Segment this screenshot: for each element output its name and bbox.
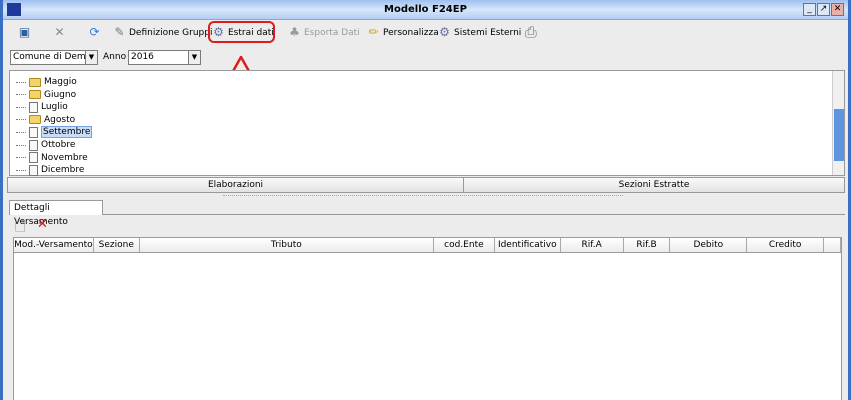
tree-item[interactable]: Giugno	[16, 89, 76, 101]
tab-dettagli-versamento[interactable]: Dettagli Versamento	[9, 200, 103, 227]
table-body	[13, 253, 842, 400]
highlight-box	[208, 21, 275, 43]
refresh-button[interactable]: ⟳	[88, 26, 101, 39]
tree-line	[16, 169, 26, 171]
gears-icon: ⚙	[439, 25, 450, 39]
folder-icon	[29, 115, 41, 125]
tree-item[interactable]: Ottobre	[16, 139, 75, 151]
title-bar: Modello F24EP _ ↗ ✕	[3, 0, 848, 20]
document-icon	[29, 152, 38, 164]
save-button[interactable]: ▣	[18, 26, 31, 39]
tree-item[interactable]: Agosto	[16, 114, 75, 126]
splitter[interactable]	[223, 195, 623, 196]
column-header[interactable]: Mod.-Versamento	[14, 238, 94, 252]
maximize-button[interactable]: ↗	[817, 3, 830, 16]
tree-line	[16, 94, 26, 96]
esporta-dati-button[interactable]: ♣ Esporta Dati	[288, 26, 360, 39]
column-header[interactable]: Debito	[670, 238, 748, 252]
anno-value: 2016	[131, 52, 154, 62]
tree-item-label: Agosto	[44, 114, 76, 125]
column-header[interactable]: Rif.A	[561, 238, 624, 252]
tree-line	[16, 81, 26, 83]
tree-line	[16, 131, 26, 133]
save-icon: ▣	[18, 25, 31, 39]
tree-line	[16, 119, 26, 121]
table-header: Mod.-Versamento Sezione Tributo cod.Ente Ide…	[13, 237, 842, 253]
chevron-down-icon[interactable]: ▼	[85, 51, 97, 64]
column-header[interactable]: Credito	[747, 238, 825, 252]
folder-icon	[29, 90, 41, 100]
tree-line	[16, 144, 26, 146]
anno-select[interactable]: 2016 ▼	[128, 50, 201, 65]
folder-icon	[29, 77, 41, 87]
delete-icon[interactable]: ✕	[37, 217, 48, 232]
printer-icon[interactable]: ⎙	[524, 25, 537, 40]
document-icon	[29, 126, 38, 138]
tree-line	[16, 106, 26, 108]
tab-elaborazioni[interactable]: Elaborazioni	[7, 177, 464, 193]
tab-sezioni-estratte[interactable]: Sezioni Estratte	[463, 177, 845, 193]
column-header[interactable]: cod.Ente	[434, 238, 495, 252]
chevron-down-icon[interactable]: ▼	[188, 51, 200, 64]
column-header[interactable]: Identificativo	[495, 238, 561, 252]
export-icon: ♣	[289, 25, 300, 39]
tree-item-label: Luglio	[41, 102, 68, 113]
column-header[interactable]: Sezione	[94, 238, 140, 252]
anno-label: Anno	[103, 52, 127, 62]
tree-item[interactable]: Maggio	[16, 76, 77, 88]
refresh-icon: ⟳	[89, 25, 100, 39]
comune-value: Comune di Demo	[13, 52, 92, 62]
definizione-label: Definizione Gruppi	[129, 27, 213, 38]
definizione-gruppi-button[interactable]: ✎ Definizione Gruppi	[113, 26, 212, 39]
tree-item-label: Novembre	[41, 152, 88, 163]
tree-line	[16, 157, 26, 159]
minimize-button[interactable]: _	[803, 3, 816, 16]
tree-item-label: Giugno	[44, 89, 77, 100]
window-title: Modello F24EP	[384, 4, 467, 15]
personalizza-button[interactable]: ✏ Personalizza	[367, 25, 439, 39]
month-tree: Maggio Giugno Luglio Agosto Settembre Ottobre…	[9, 70, 845, 176]
tree-item-label: Dicembre	[41, 165, 85, 176]
delete-button[interactable]: ✕	[53, 26, 66, 39]
esporta-label: Esporta Dati	[304, 27, 360, 38]
sistemi-esterni-button[interactable]: ⚙ Sistemi Esterni ⎙	[438, 25, 537, 40]
scroll-thumb[interactable]	[834, 109, 844, 161]
tree-item[interactable]: Novembre	[16, 152, 88, 164]
column-header[interactable]: Rif.B	[624, 238, 671, 252]
tree-scrollbar[interactable]	[832, 71, 844, 175]
tree-item-label: Settembre	[41, 126, 93, 139]
tree-item[interactable]: Luglio	[16, 101, 68, 113]
personalizza-label: Personalizza	[383, 27, 439, 38]
close-button[interactable]: ✕	[831, 3, 844, 16]
document-icon	[29, 164, 38, 176]
column-header[interactable]	[824, 238, 841, 252]
tree-item-label: Maggio	[44, 77, 77, 87]
comune-select[interactable]: Comune di Demo ▼	[10, 50, 98, 65]
document-icon	[29, 101, 38, 113]
document-icon	[29, 139, 38, 151]
column-header[interactable]: Tributo	[140, 238, 434, 252]
pencil-icon: ✏	[368, 25, 379, 39]
close-icon: ✕	[54, 25, 65, 39]
sistemi-label: Sistemi Esterni	[454, 27, 522, 38]
tree-item[interactable]: Settembre	[16, 126, 93, 139]
main-window: Modello F24EP _ ↗ ✕ ▣ ✕ ⟳ ✎ Definizione G…	[3, 0, 848, 400]
tree-item-label: Ottobre	[41, 140, 76, 150]
wrench-icon: ✎	[114, 25, 125, 39]
tree-item[interactable]: Dicembre	[16, 164, 84, 176]
